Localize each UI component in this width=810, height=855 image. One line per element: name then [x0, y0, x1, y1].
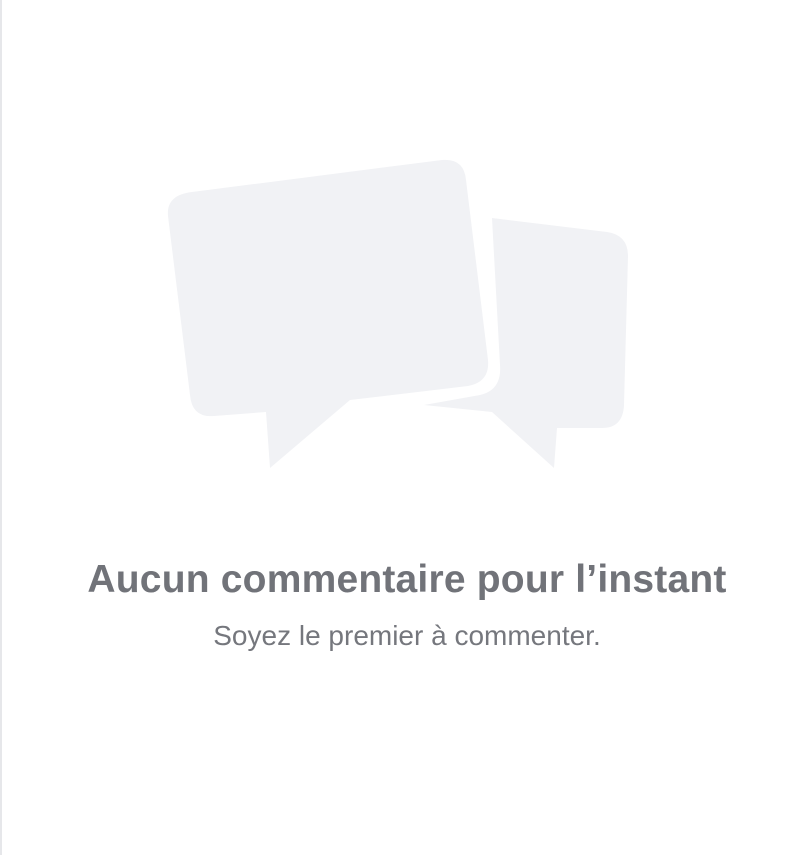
- empty-state-title: Aucun commentaire pour l’instant: [87, 558, 727, 601]
- comments-panel: Aucun commentaire pour l’instant Soyez l…: [0, 0, 810, 855]
- empty-state-subtitle: Soyez le premier à commenter.: [213, 620, 601, 651]
- speech-bubbles-icon: [167, 159, 628, 469]
- front-speech-bubble: [167, 159, 489, 469]
